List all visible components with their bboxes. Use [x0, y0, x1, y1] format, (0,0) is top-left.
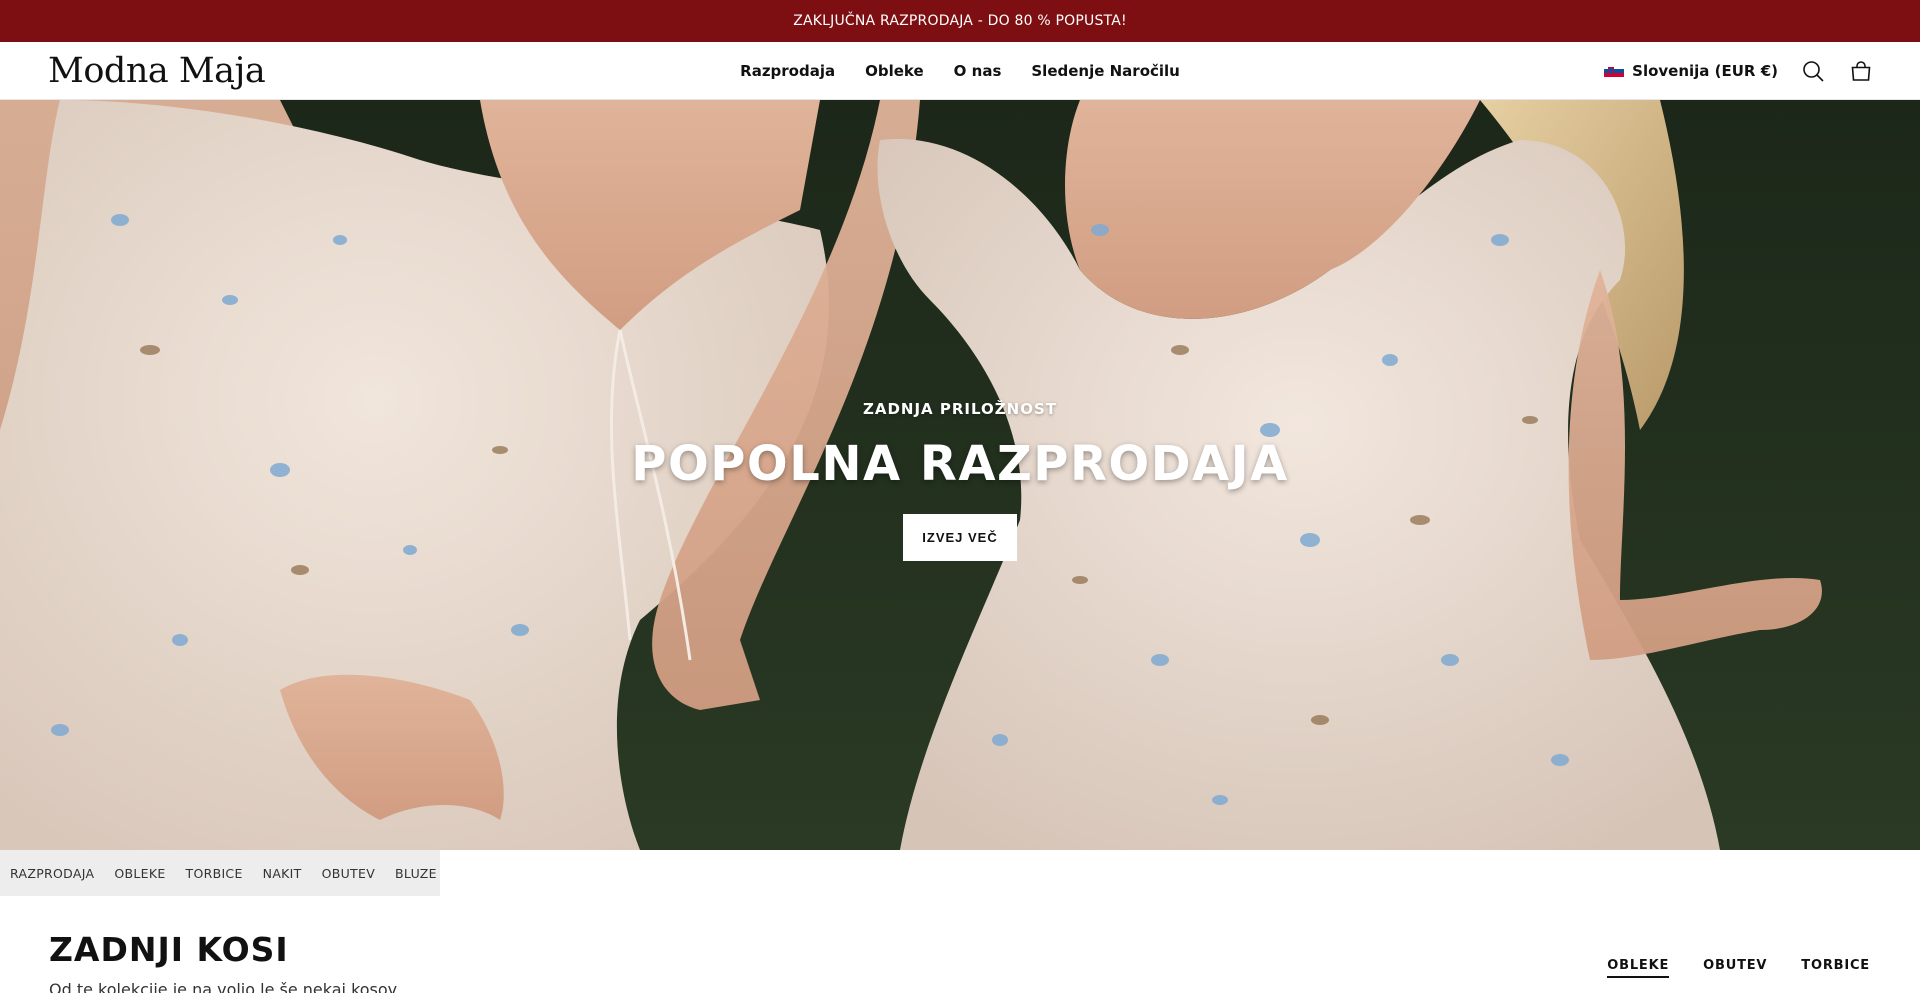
- category-item-nakit[interactable]: NAKIT: [263, 866, 302, 881]
- category-item-obutev[interactable]: OBUTEV: [322, 866, 375, 881]
- header-tools: Slovenija (EUR €): [1604, 42, 1874, 100]
- section-subtitle: Od te kolekcije je na voljo le še nekaj …: [49, 980, 401, 993]
- country-label: Slovenija (EUR €): [1632, 62, 1778, 80]
- announcement-bar: ZAKLJUČNA RAZPRODAJA - DO 80 % POPUSTA!: [0, 0, 1920, 42]
- nav-item-razprodaja[interactable]: Razprodaja: [740, 62, 835, 80]
- category-item-bluze[interactable]: BLUZE: [395, 866, 437, 881]
- nav-item-obleke[interactable]: Obleke: [865, 62, 924, 80]
- category-item-torbice[interactable]: TORBICE: [186, 866, 243, 881]
- tab-obutev[interactable]: OBUTEV: [1703, 958, 1767, 978]
- category-strip-list: RAZPRODAJA OBLEKE TORBICE NAKIT OBUTEV B…: [0, 850, 440, 896]
- category-item-razprodaja[interactable]: RAZPRODAJA: [10, 866, 94, 881]
- category-item-obleke[interactable]: OBLEKE: [114, 866, 165, 881]
- nav-item-o-nas[interactable]: O nas: [954, 62, 1002, 80]
- bag-icon[interactable]: [1848, 58, 1874, 84]
- announcement-text: ZAKLJUČNA RAZPRODAJA - DO 80 % POPUSTA!: [793, 13, 1127, 29]
- nav-item-sledenje-narocilu[interactable]: Sledenje Naročilu: [1031, 62, 1179, 80]
- hero-title: POPOLNA RAZPRODAJA: [631, 435, 1289, 492]
- last-pieces-section: ZADNJI KOSI Od te kolekcije je na voljo …: [0, 896, 1920, 993]
- tab-torbice[interactable]: TORBICE: [1801, 958, 1870, 978]
- section-tabs: OBLEKE OBUTEV TORBICE: [1607, 958, 1870, 978]
- hero-cta-button[interactable]: IZVEJ VEČ: [903, 513, 1017, 561]
- hero-eyebrow: ZADNJA PRILOŽNOST: [862, 399, 1058, 418]
- section-title: ZADNJI KOSI: [49, 930, 289, 969]
- category-strip: RAZPRODAJA OBLEKE TORBICE NAKIT OBUTEV B…: [0, 850, 1920, 896]
- site-header: Modna Maja Razprodaja Obleke O nas Slede…: [0, 42, 1920, 100]
- hero-content: ZADNJA PRILOŽNOST POPOLNA RAZPRODAJA IZV…: [0, 100, 1920, 850]
- hero-banner: ZADNJA PRILOŽNOST POPOLNA RAZPRODAJA IZV…: [0, 100, 1920, 850]
- tab-obleke[interactable]: OBLEKE: [1607, 958, 1670, 978]
- country-selector[interactable]: Slovenija (EUR €): [1604, 62, 1778, 80]
- search-icon[interactable]: [1800, 58, 1826, 84]
- slovenia-flag-icon: [1604, 64, 1625, 78]
